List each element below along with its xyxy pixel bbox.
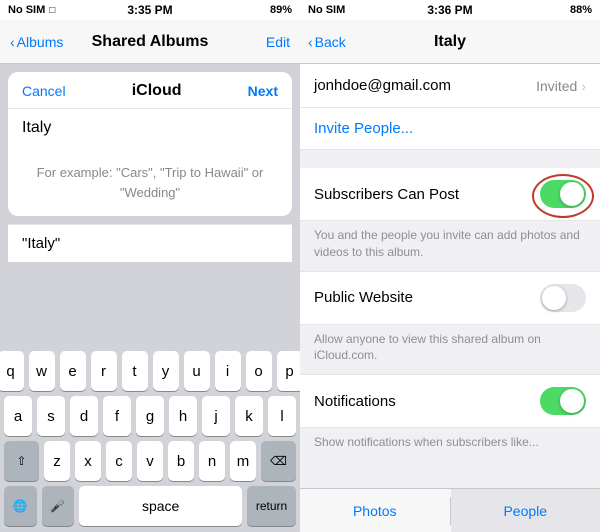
settings-list: jonhdoe@gmail.com Invited › Invite Peopl… bbox=[300, 64, 600, 532]
notifications-label: Notifications bbox=[314, 393, 396, 410]
subscribers-can-post-label: Subscribers Can Post bbox=[314, 186, 459, 203]
key-r[interactable]: r bbox=[91, 351, 117, 391]
key-s[interactable]: s bbox=[37, 396, 65, 436]
right-panel: No SIM 3:36 PM 88% ‹ Back Italy jonhdoe@… bbox=[300, 0, 600, 532]
icloud-input-area bbox=[8, 109, 292, 147]
return-key[interactable]: return bbox=[247, 486, 296, 526]
chevron-left-icon: ‹ bbox=[10, 34, 15, 50]
albums-nav-bar: ‹ Albums Shared Albums Edit bbox=[0, 20, 300, 64]
back-button[interactable]: ‹ Back bbox=[308, 34, 346, 50]
key-f[interactable]: f bbox=[103, 396, 131, 436]
chevron-right-icon: › bbox=[581, 78, 586, 94]
italy-nav-bar: ‹ Back Italy bbox=[300, 20, 600, 64]
key-a[interactable]: a bbox=[4, 396, 32, 436]
mic-key[interactable]: 🎤 bbox=[42, 486, 75, 526]
icloud-dialog: Cancel iCloud Next For example: "Cars", … bbox=[8, 72, 292, 216]
time-left: 3:35 PM bbox=[127, 3, 172, 17]
time-right: 3:36 PM bbox=[427, 3, 472, 17]
key-d[interactable]: d bbox=[70, 396, 98, 436]
people-tab[interactable]: People bbox=[451, 489, 600, 532]
shared-albums-title: Shared Albums bbox=[92, 33, 209, 51]
album-name-input[interactable] bbox=[22, 119, 278, 137]
right-icons-left: 89% bbox=[270, 4, 292, 16]
next-button[interactable]: Next bbox=[248, 83, 278, 99]
key-c[interactable]: c bbox=[106, 441, 132, 481]
italy-suggestion[interactable]: "Italy" bbox=[8, 224, 292, 262]
keyboard: q w e r t y u i o p a s d f g h j k l ⇧ … bbox=[0, 346, 300, 532]
status-bar-left: No SIM □ 3:35 PM 89% bbox=[0, 0, 300, 20]
key-m[interactable]: m bbox=[230, 441, 256, 481]
albums-back-btn[interactable]: ‹ Albums bbox=[10, 34, 63, 50]
key-z[interactable]: z bbox=[44, 441, 70, 481]
public-website-label: Public Website bbox=[314, 289, 413, 306]
shift-key[interactable]: ⇧ bbox=[4, 441, 39, 481]
invited-label: Invited bbox=[536, 78, 577, 94]
space-key[interactable]: space bbox=[79, 486, 242, 526]
key-k[interactable]: k bbox=[235, 396, 263, 436]
status-bar-right: No SIM 3:36 PM 88% bbox=[300, 0, 600, 20]
subscribers-toggle-highlight bbox=[540, 180, 586, 208]
page-title: Italy bbox=[434, 33, 466, 51]
bottom-tab-bar: Photos People bbox=[300, 488, 600, 532]
notifications-item: Notifications bbox=[300, 374, 600, 428]
keyboard-row-2: a s d f g h j k l bbox=[4, 396, 296, 436]
public-website-toggle[interactable] bbox=[540, 284, 586, 312]
public-website-item: Public Website bbox=[300, 271, 600, 325]
key-h[interactable]: h bbox=[169, 396, 197, 436]
battery-label-left: 89% bbox=[270, 4, 292, 16]
carrier-left: No SIM □ bbox=[8, 4, 55, 16]
subscribers-toggle[interactable] bbox=[540, 180, 586, 208]
email-value: jonhdoe@gmail.com bbox=[314, 77, 451, 94]
key-b[interactable]: b bbox=[168, 441, 194, 481]
chevron-back-icon: ‹ bbox=[308, 34, 313, 50]
key-n[interactable]: n bbox=[199, 441, 225, 481]
suggestion-label: "Italy" bbox=[22, 235, 60, 252]
public-website-description: Allow anyone to view this shared album o… bbox=[300, 325, 600, 375]
toggle-knob-notifications bbox=[560, 389, 584, 413]
key-l[interactable]: l bbox=[268, 396, 296, 436]
right-icons-right: 88% bbox=[570, 4, 592, 16]
icloud-hint-text: For example: "Cars", "Trip to Hawaii" or… bbox=[8, 147, 292, 216]
battery-label-right: 88% bbox=[570, 4, 592, 16]
icloud-dialog-header: Cancel iCloud Next bbox=[8, 72, 292, 109]
toggle-knob-public bbox=[542, 286, 566, 310]
email-status: Invited › bbox=[536, 78, 586, 94]
subscribers-can-post-item: Subscribers Can Post bbox=[300, 168, 600, 221]
key-t[interactable]: t bbox=[122, 351, 148, 391]
left-panel: No SIM □ 3:35 PM 89% ‹ Albums Shared Alb… bbox=[0, 0, 300, 532]
notifications-description: Show notifications when subscribers like… bbox=[300, 428, 600, 461]
key-e[interactable]: e bbox=[60, 351, 86, 391]
key-w[interactable]: w bbox=[29, 351, 55, 391]
key-g[interactable]: g bbox=[136, 396, 164, 436]
key-i[interactable]: i bbox=[215, 351, 241, 391]
invite-people-link[interactable]: Invite People... bbox=[300, 108, 600, 150]
section-gap-1 bbox=[300, 150, 600, 168]
photos-tab[interactable]: Photos bbox=[300, 489, 450, 532]
key-x[interactable]: x bbox=[75, 441, 101, 481]
icloud-dialog-title: iCloud bbox=[132, 82, 182, 100]
key-y[interactable]: y bbox=[153, 351, 179, 391]
key-q[interactable]: q bbox=[0, 351, 24, 391]
key-j[interactable]: j bbox=[202, 396, 230, 436]
back-label: Back bbox=[315, 34, 346, 50]
keyboard-row-3: ⇧ z x c v b n m ⌫ bbox=[4, 441, 296, 481]
albums-back-label: Albums bbox=[17, 34, 64, 50]
keyboard-row-1: q w e r t y u i o p bbox=[4, 351, 296, 391]
globe-key[interactable]: 🌐 bbox=[4, 486, 37, 526]
key-u[interactable]: u bbox=[184, 351, 210, 391]
key-v[interactable]: v bbox=[137, 441, 163, 481]
toggle-knob-subscribers bbox=[560, 182, 584, 206]
no-sim-label: No SIM bbox=[8, 4, 45, 16]
edit-btn[interactable]: Edit bbox=[266, 34, 290, 50]
backspace-key[interactable]: ⌫ bbox=[261, 441, 296, 481]
key-p[interactable]: p bbox=[277, 351, 303, 391]
wifi-icon: □ bbox=[49, 5, 55, 16]
notifications-toggle[interactable] bbox=[540, 387, 586, 415]
keyboard-bottom-row: 🌐 🎤 space return bbox=[4, 486, 296, 526]
carrier-right: No SIM bbox=[308, 4, 345, 16]
key-o[interactable]: o bbox=[246, 351, 272, 391]
subscribers-description: You and the people you invite can add ph… bbox=[300, 221, 600, 271]
email-settings-item[interactable]: jonhdoe@gmail.com Invited › bbox=[300, 64, 600, 108]
cancel-button[interactable]: Cancel bbox=[22, 83, 66, 99]
